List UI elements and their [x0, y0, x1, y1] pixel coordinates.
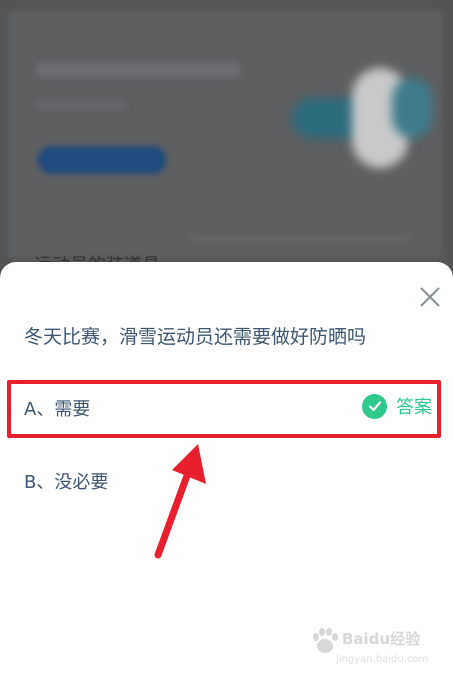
- highlight-box: [7, 380, 441, 438]
- background-illustration: [292, 58, 432, 176]
- background-card-subtitle: [36, 100, 126, 110]
- close-button[interactable]: [418, 285, 442, 309]
- option-b[interactable]: B、没必要: [24, 468, 108, 494]
- quiz-question: 冬天比赛，滑雪运动员还需要做好防晒吗: [24, 326, 367, 348]
- paw-icon: [313, 628, 338, 653]
- close-icon: [420, 287, 440, 307]
- baidu-jingyan-watermark: Baidu经验 jingyan.baidu.com: [308, 622, 448, 674]
- pointer-arrow: [154, 444, 206, 559]
- background-card-button: [38, 146, 166, 174]
- background-card-title: [36, 62, 241, 78]
- background-divider: [190, 236, 410, 240]
- watermark-url: jingyan.baidu.com: [336, 654, 429, 665]
- watermark-brand: Baidu经验: [342, 630, 421, 648]
